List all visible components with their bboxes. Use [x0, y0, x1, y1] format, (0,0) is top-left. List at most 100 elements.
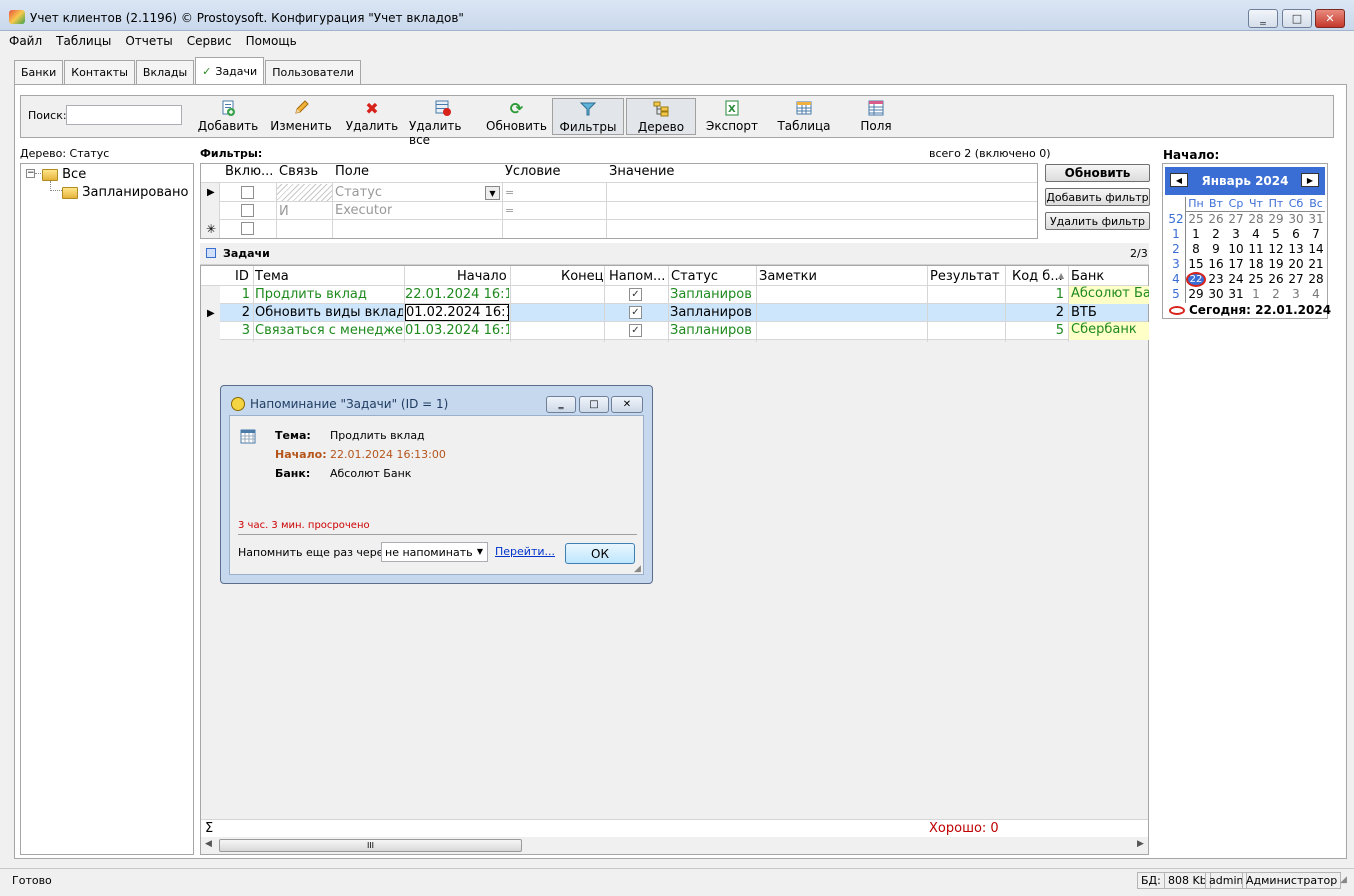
filter-link-value[interactable]: И [279, 204, 289, 219]
calendar-day-selected[interactable]: 22 [1186, 272, 1206, 287]
filter-condition-value[interactable]: = [505, 186, 514, 199]
remind-checkbox[interactable]: ✓ [629, 288, 642, 301]
calendar-day[interactable]: 7 [1306, 227, 1326, 241]
menu-tables[interactable]: Таблицы [56, 34, 111, 48]
calendar-day[interactable]: 8 [1186, 242, 1206, 256]
filters-col-condition[interactable]: Условие [505, 164, 560, 179]
calendar-day[interactable]: 16 [1206, 257, 1226, 271]
calendar-day[interactable]: 30 [1206, 287, 1226, 301]
filters-col-field[interactable]: Поле [335, 164, 369, 179]
filters-col-enabled[interactable]: Вклю... [225, 164, 273, 179]
menu-file[interactable]: Файл [9, 34, 42, 48]
col-start[interactable]: Начало [457, 269, 507, 284]
maximize-button[interactable]: □ [1282, 9, 1312, 28]
dialog-maximize-button[interactable]: □ [579, 396, 609, 413]
tab-tasks[interactable]: ✓ Задачи [195, 57, 265, 84]
calendar-day[interactable]: 14 [1306, 242, 1326, 256]
calendar-day[interactable]: 25 [1186, 212, 1206, 226]
calendar-day[interactable]: 9 [1206, 242, 1226, 256]
tree-collapse-icon[interactable]: − [26, 169, 35, 178]
filters-col-link[interactable]: Связь [279, 164, 318, 179]
remind-select[interactable]: не напоминать ▼ [381, 542, 488, 562]
calendar-day[interactable]: 21 [1306, 257, 1326, 271]
calendar-today[interactable]: Сегодня: 22.01.2024 [1169, 303, 1331, 317]
filter-enabled-checkbox[interactable] [241, 186, 254, 199]
ok-button[interactable]: ОК [565, 543, 635, 564]
table-button[interactable]: Таблица [777, 98, 831, 135]
close-button[interactable]: ✕ [1315, 9, 1345, 28]
add-filter-button[interactable]: Добавить фильтр [1045, 188, 1150, 206]
col-result[interactable]: Результат [930, 269, 1000, 284]
calendar-day[interactable]: 15 [1186, 257, 1206, 271]
filter-enabled-checkbox[interactable] [241, 222, 254, 235]
filters-col-value[interactable]: Значение [609, 164, 674, 179]
dropdown-arrow-icon[interactable]: ▼ [485, 186, 500, 200]
calendar-day[interactable]: 2 [1266, 287, 1286, 301]
horizontal-scrollbar[interactable]: ◀ III ▶ [201, 837, 1148, 854]
dialog-minimize-button[interactable]: ‗ [546, 396, 576, 413]
add-button[interactable]: Добавить [198, 98, 258, 135]
filters-button[interactable]: Фильтры [552, 98, 624, 135]
col-topic[interactable]: Тема [255, 269, 289, 284]
calendar-day[interactable]: 6 [1286, 227, 1306, 241]
menu-help[interactable]: Помощь [246, 34, 297, 48]
fields-button[interactable]: Поля [856, 98, 896, 135]
delete-button[interactable]: ✖ Удалить [345, 98, 399, 135]
calendar-day[interactable]: 28 [1246, 212, 1266, 226]
edit-button[interactable]: Изменить [270, 98, 332, 135]
search-input[interactable] [66, 105, 182, 125]
filter-field-value[interactable]: Executor [335, 203, 392, 218]
col-status[interactable]: Статус [671, 269, 718, 284]
calendar-day[interactable]: 23 [1206, 272, 1226, 286]
scroll-left-icon[interactable]: ◀ [205, 839, 212, 849]
tree-button[interactable]: Дерево [626, 98, 696, 135]
calendar-day[interactable]: 13 [1286, 242, 1306, 256]
calendar-day[interactable]: 30 [1286, 212, 1306, 226]
calendar-day[interactable]: 19 [1266, 257, 1286, 271]
col-id[interactable]: ID [235, 269, 249, 284]
col-notes[interactable]: Заметки [759, 269, 817, 284]
calendar-day[interactable]: 26 [1206, 212, 1226, 226]
goto-link[interactable]: Перейти... [495, 545, 555, 558]
calendar-day[interactable]: 4 [1246, 227, 1266, 241]
calendar-day[interactable]: 1 [1246, 287, 1266, 301]
calendar-day[interactable]: 12 [1266, 242, 1286, 256]
calendar-day[interactable]: 2 [1206, 227, 1226, 241]
calendar-day[interactable]: 1 [1186, 227, 1206, 241]
export-button[interactable]: X Экспорт [704, 98, 760, 135]
remind-checkbox[interactable]: ✓ [629, 324, 642, 337]
remove-filter-button[interactable]: Удалить фильтр [1045, 212, 1150, 230]
refresh-button[interactable]: ⟳ Обновить [486, 98, 547, 135]
tab-users[interactable]: Пользователи [265, 60, 361, 84]
filter-enabled-checkbox[interactable] [241, 204, 254, 217]
calendar-day[interactable]: 29 [1186, 287, 1206, 301]
tree-node-all[interactable]: Все [42, 167, 86, 182]
calendar-day[interactable]: 4 [1306, 287, 1326, 301]
table-row[interactable]: 1 Продлить вклад 22.01.2024 16:13 ✓ Запл… [220, 286, 1149, 304]
calendar-day[interactable]: 10 [1226, 242, 1246, 256]
calendar-day[interactable]: 26 [1266, 272, 1286, 286]
col-bank-code[interactable]: Код б... [1012, 269, 1063, 284]
filter-field-value[interactable]: Статус [335, 185, 382, 200]
calendar-day[interactable]: 28 [1306, 272, 1326, 286]
calendar-day[interactable]: 11 [1246, 242, 1266, 256]
calendar-day[interactable]: 24 [1226, 272, 1246, 286]
tab-banks[interactable]: Банки [14, 60, 64, 84]
filter-condition-value[interactable]: = [505, 204, 514, 217]
calendar-day[interactable]: 31 [1306, 212, 1326, 226]
tab-deposits[interactable]: Вклады [135, 60, 195, 84]
table-row[interactable]: 2 Обновить виды вкладов 01.02.2024 16:13… [220, 304, 1148, 322]
calendar-day[interactable]: 27 [1286, 272, 1306, 286]
next-month-icon[interactable]: ▶ [1301, 173, 1319, 187]
calendar-day[interactable]: 27 [1226, 212, 1246, 226]
calendar-day[interactable]: 3 [1226, 227, 1246, 241]
menu-service[interactable]: Сервис [187, 34, 232, 48]
tree-node-planned[interactable]: Запланировано [62, 185, 188, 200]
minimize-button[interactable]: ‗ [1248, 9, 1278, 28]
delete-all-button[interactable]: Удалить все [409, 98, 477, 147]
dialog-close-button[interactable]: ✕ [611, 396, 643, 413]
col-remind[interactable]: Напом... [609, 269, 665, 284]
table-row[interactable]: 3 Связаться с менеджером 01.03.2024 16:1… [220, 322, 1149, 340]
filters-refresh-button[interactable]: Обновить [1045, 164, 1150, 182]
tab-contacts[interactable]: Контакты [64, 60, 135, 84]
